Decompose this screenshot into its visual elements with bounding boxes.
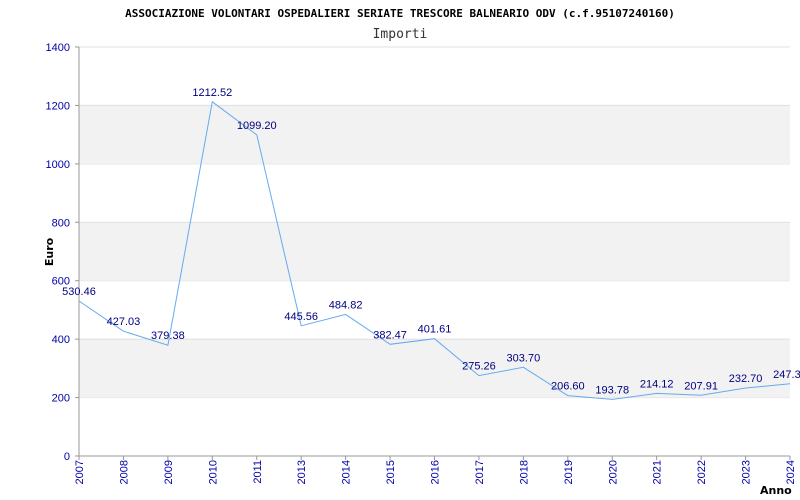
y-axis-label: Euro [43, 237, 56, 266]
x-tick-label: 2019 [563, 460, 575, 484]
data-label: 530.46 [62, 286, 96, 298]
data-label: 232.70 [729, 373, 763, 385]
data-label: 1212.52 [192, 87, 232, 99]
y-tick-label: 1000 [46, 159, 70, 171]
data-label: 193.78 [595, 384, 629, 396]
data-label: 1099.20 [237, 120, 277, 132]
x-tick-label: 2014 [341, 460, 353, 484]
data-label: 401.61 [418, 324, 452, 336]
data-label: 445.56 [284, 311, 318, 323]
chart-title: ASSOCIAZIONE VOLONTARI OSPEDALIERI SERIA… [125, 7, 675, 20]
grid-band [79, 105, 790, 164]
x-tick-label: 2013 [296, 460, 308, 484]
x-tick-label: 2018 [518, 460, 530, 484]
x-tick-label: 2022 [696, 460, 708, 484]
data-label: 382.47 [373, 329, 407, 341]
x-tick-label: 2016 [430, 460, 442, 484]
data-label: 207.91 [684, 380, 718, 392]
y-tick-label: 1200 [46, 100, 70, 112]
x-tick-label: 2017 [474, 460, 486, 484]
y-tick-label: 400 [52, 334, 70, 346]
y-tick-label: 800 [52, 217, 70, 229]
x-axis-ticks: 2007 2008 2009 2010 2011 2013 2014 2015 2016 2017… [74, 456, 797, 484]
x-tick-label: 2021 [652, 460, 664, 484]
y-tick-label: 200 [52, 393, 70, 405]
x-tick-label: 2010 [207, 460, 219, 484]
line-chart: ASSOCIAZIONE VOLONTARI OSPEDALIERI SERIA… [43, 7, 800, 497]
x-axis-label: Anno [760, 484, 792, 497]
x-tick-label: 2024 [785, 460, 797, 484]
chart-subtitle: Importi [373, 27, 428, 42]
data-label: 484.82 [329, 299, 363, 311]
x-tick-label: 2007 [74, 460, 86, 484]
data-label: 206.60 [551, 381, 585, 393]
data-label: 303.70 [507, 352, 541, 364]
x-tick-label: 2023 [741, 460, 753, 484]
data-label: 247.30 [773, 369, 800, 381]
x-tick-label: 2009 [163, 460, 175, 484]
data-label: 427.03 [107, 316, 141, 328]
data-label: 379.38 [151, 330, 185, 342]
grid-band [79, 222, 790, 281]
y-tick-label: 0 [64, 451, 70, 463]
grid-bands [79, 46, 790, 399]
x-tick-label: 2015 [385, 460, 397, 484]
data-label: 214.12 [640, 378, 674, 390]
data-label: 275.26 [462, 361, 496, 373]
x-tick-label: 2011 [252, 460, 264, 484]
y-tick-label: 1400 [46, 42, 70, 54]
x-tick-label: 2008 [118, 460, 130, 484]
x-tick-label: 2020 [607, 460, 619, 484]
